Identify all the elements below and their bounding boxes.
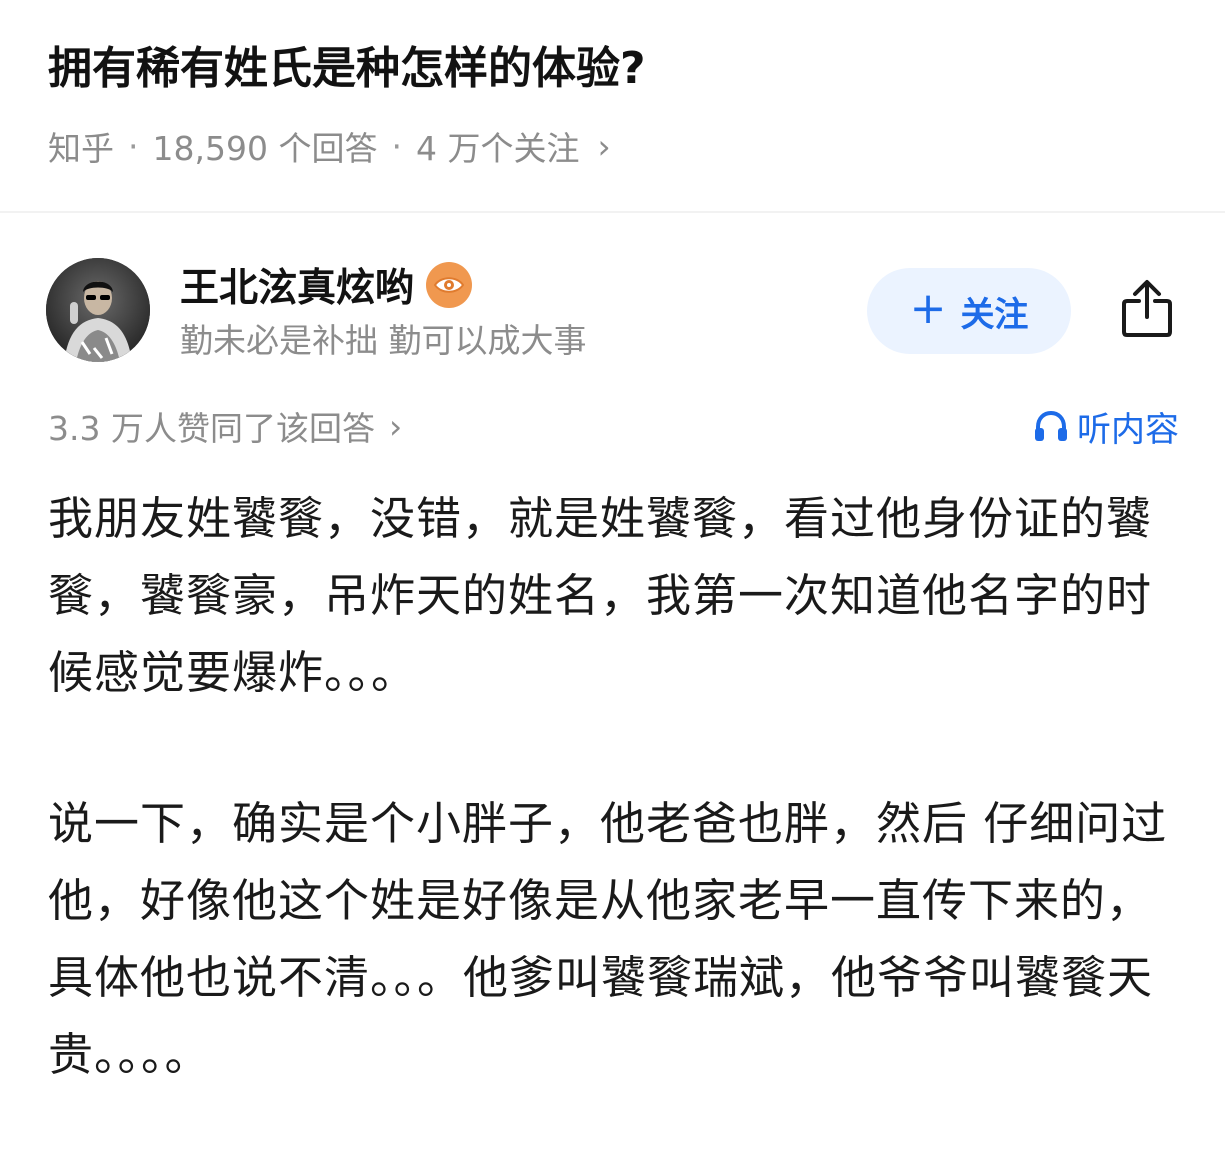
share-button[interactable] — [1116, 276, 1178, 342]
author-name[interactable]: 王北泫真炫哟 — [180, 257, 414, 313]
vote-summary[interactable]: 3.3 万人赞同了该回答 › — [48, 402, 402, 450]
headphones-icon — [1035, 410, 1067, 441]
meta-separator: · — [391, 126, 402, 166]
author-name-row[interactable]: 王北泫真炫哟 — [180, 257, 473, 313]
avatar-image — [46, 258, 150, 362]
follower-count: 4 万个关注 — [415, 129, 580, 168]
eye-badge-icon — [426, 262, 473, 308]
plus-icon: + — [909, 283, 947, 334]
follow-button[interactable]: + 关注 — [867, 268, 1071, 354]
answer-count: 18,590 个回答 — [152, 129, 378, 168]
section-divider — [0, 211, 1225, 213]
share-icon — [1122, 280, 1172, 337]
question-meta[interactable]: 知乎 · 18,590 个回答 · 4 万个关注 › — [48, 120, 611, 172]
answer-paragraph: 说一下，确实是个小胖子，他老爸也胖，然后 仔细问过他，好像他这个姓是好像是从他家… — [48, 797, 1168, 1081]
listen-label: 听内容 — [1077, 409, 1179, 450]
answer-paragraph: 我朋友姓饕餮，没错，就是姓饕餮，看过他身份证的饕餮，饕餮豪，吊炸天的姓名，我第一… — [48, 492, 1153, 699]
listen-button[interactable]: 听内容 — [1033, 402, 1179, 450]
chevron-right-icon: › — [597, 126, 611, 166]
follow-label: 关注 — [960, 294, 1029, 335]
chevron-right-icon: › — [388, 406, 403, 446]
question-title: 拥有稀有姓氏是种怎样的体验? — [48, 43, 646, 94]
source-label: 知乎 — [48, 129, 114, 168]
vote-count: 3.3 万人赞同了该回答 — [48, 409, 375, 448]
author-bio: 勤未必是补拙 勤可以成大事 — [180, 321, 587, 360]
avatar[interactable] — [46, 258, 150, 362]
answer-body: 我朋友姓饕餮，没错，就是姓饕餮，看过他身份证的饕餮，饕餮豪，吊炸天的姓名，我第一… — [48, 480, 1178, 1167]
meta-separator: · — [128, 126, 139, 166]
